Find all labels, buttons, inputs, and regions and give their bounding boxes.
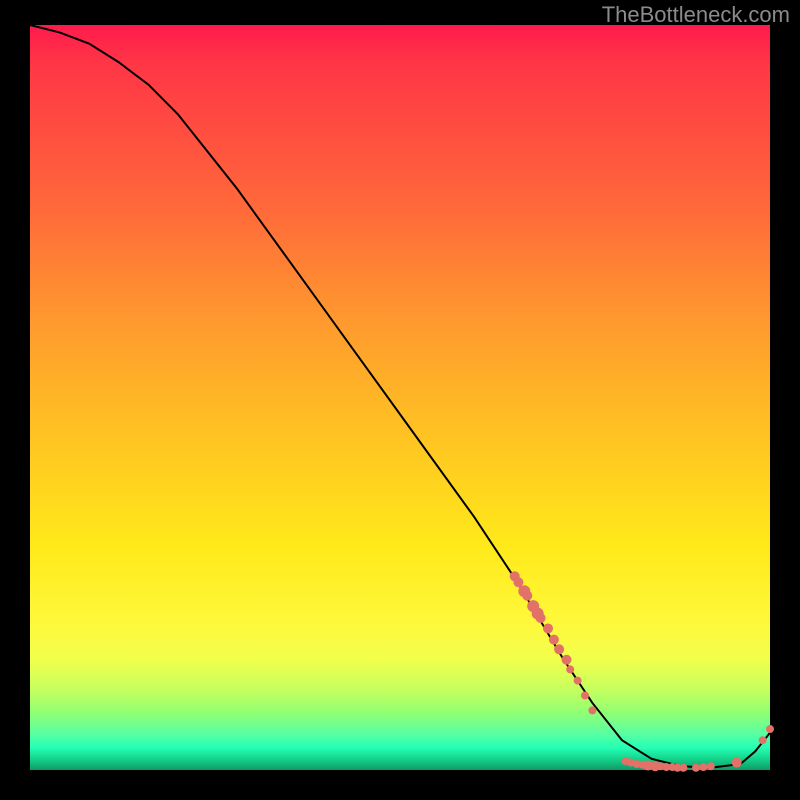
data-point bbox=[732, 758, 742, 768]
data-point bbox=[574, 677, 582, 685]
chart-svg bbox=[30, 25, 770, 770]
data-point bbox=[707, 762, 715, 770]
data-point bbox=[536, 613, 546, 623]
data-point bbox=[692, 764, 700, 772]
data-point bbox=[581, 692, 589, 700]
data-point bbox=[554, 644, 564, 654]
data-point bbox=[588, 706, 596, 714]
data-point bbox=[549, 635, 559, 645]
data-point bbox=[543, 623, 553, 633]
data-point bbox=[562, 655, 572, 665]
data-point bbox=[522, 591, 532, 601]
data-point bbox=[679, 764, 687, 772]
data-point bbox=[566, 665, 574, 673]
attribution-label: TheBottleneck.com bbox=[602, 2, 790, 28]
data-point bbox=[759, 736, 767, 744]
bottleneck-curve bbox=[30, 25, 770, 768]
data-markers bbox=[510, 571, 774, 771]
data-point bbox=[699, 763, 707, 771]
chart-wrapper: TheBottleneck.com bbox=[0, 0, 800, 800]
data-point bbox=[766, 725, 774, 733]
